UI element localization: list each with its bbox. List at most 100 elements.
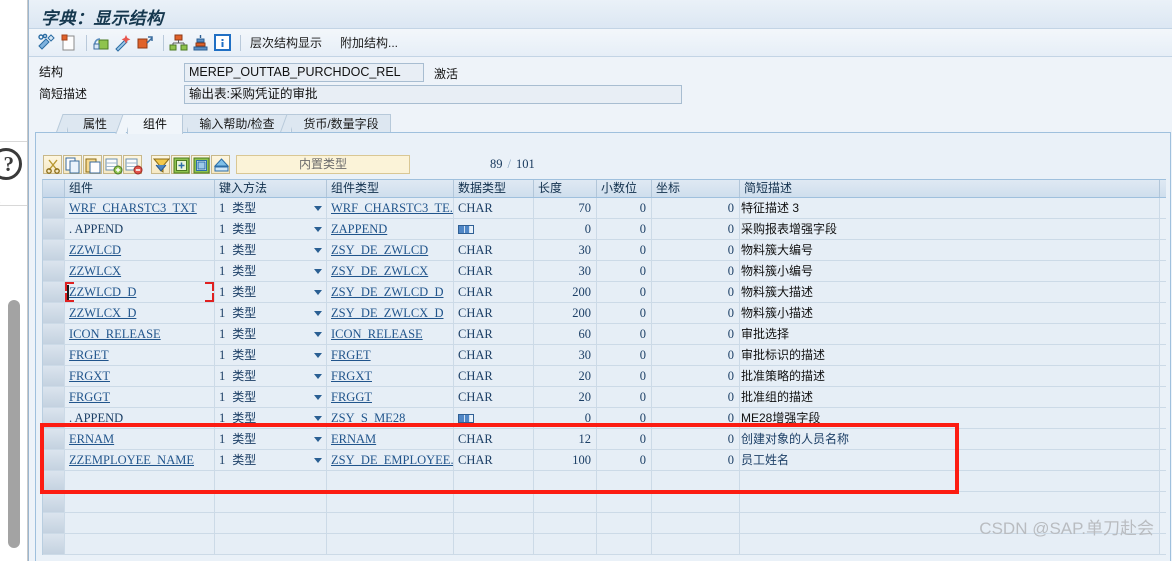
cell-typing-method[interactable]: 1 类型 [215, 303, 327, 323]
tab-currency-quantity-fields[interactable]: 货币/数量字段 [291, 114, 391, 134]
table-row[interactable]: ERNAM 1 类型 ERNAM CHAR 12 0 0 创建对象的人员名称 [43, 429, 1166, 450]
component-type-link[interactable]: ZSY_DE_ZWLCX [331, 264, 428, 278]
hierarchy-display-link[interactable]: 层次结构显示 [250, 34, 322, 51]
cell-component-type[interactable]: FRGET [327, 345, 454, 365]
component-link[interactable]: ICON_RELEASE [69, 327, 161, 341]
table-row[interactable]: ZZWLCX 1 类型 ZSY_DE_ZWLCX CHAR 30 0 0 物料簇小编号 [43, 261, 1166, 282]
component-link[interactable]: . APPEND [69, 222, 123, 236]
row-selector[interactable] [43, 219, 65, 239]
cell-component-type[interactable]: ZSY_DE_ZWLCX_D [327, 303, 454, 323]
table-row[interactable]: WRF_CHARSTC3_TXT 1 类型 WRF_CHARSTC3_TE.. CHAR… [43, 198, 1166, 219]
stack-icon[interactable] [191, 33, 210, 52]
row-selector[interactable] [43, 471, 65, 491]
cell-component[interactable]: ZZWLCD_D [65, 282, 215, 302]
chevron-down-icon[interactable] [314, 374, 322, 379]
cell-component-type[interactable]: FRGXT [327, 366, 454, 386]
row-selector[interactable] [43, 513, 65, 533]
component-link[interactable]: WRF_CHARSTC3_TXT [69, 201, 197, 215]
check-pencil-icon[interactable] [37, 33, 56, 52]
structure-name-field[interactable]: MEREP_OUTTAB_PURCHDOC_REL [184, 63, 424, 82]
cell-typing-method[interactable] [215, 534, 327, 554]
cell-typing-method[interactable]: 1 类型 [215, 324, 327, 344]
clipboard-icon[interactable] [59, 33, 78, 52]
cell-component[interactable]: ERNAM [65, 429, 215, 449]
component-type-link[interactable]: ZSY_S_ME28 [331, 411, 405, 425]
cell-typing-method[interactable] [215, 471, 327, 491]
row-selector[interactable] [43, 261, 65, 281]
table-row[interactable] [43, 471, 1166, 492]
chevron-down-icon[interactable] [314, 290, 322, 295]
cell-component[interactable]: ICON_RELEASE [65, 324, 215, 344]
cell-component[interactable]: ZZWLCX [65, 261, 215, 281]
tab-input-help-check[interactable]: 输入帮助/检查 [187, 114, 287, 134]
cell-component-type[interactable]: ERNAM [327, 429, 454, 449]
cell-typing-method[interactable]: 1 类型 [215, 366, 327, 386]
cell-component[interactable]: . APPEND [65, 408, 215, 428]
component-link[interactable]: ERNAM [69, 432, 114, 446]
insert-row-icon[interactable] [103, 155, 123, 175]
cell-typing-method[interactable]: 1 类型 [215, 408, 327, 428]
row-selector[interactable] [43, 366, 65, 386]
cell-component-type[interactable]: ZSY_DE_ZWLCX [327, 261, 454, 281]
component-link[interactable]: . APPEND [69, 411, 123, 425]
row-selector[interactable] [43, 408, 65, 428]
activate-icon[interactable] [92, 33, 111, 52]
cell-component[interactable] [65, 471, 215, 491]
cell-component-type[interactable] [327, 513, 454, 533]
table-row[interactable]: . APPEND 1 类型 ZSY_S_ME28 0 0 0 ME28增强字段 [43, 408, 1166, 429]
chevron-down-icon[interactable] [314, 206, 322, 211]
cell-component[interactable]: ZZWLCD [65, 240, 215, 260]
component-type-link[interactable]: ERNAM [331, 432, 376, 446]
cell-component[interactable]: ZZWLCX_D [65, 303, 215, 323]
cell-typing-method[interactable]: 1 类型 [215, 198, 327, 218]
cell-typing-method[interactable]: 1 类型 [215, 387, 327, 407]
row-selector[interactable] [43, 240, 65, 260]
component-type-link[interactable]: ZSY_DE_EMPLOYEE.. [331, 453, 453, 467]
cell-component[interactable] [65, 492, 215, 512]
component-link[interactable]: FRGGT [69, 390, 110, 404]
cell-typing-method[interactable]: 1 类型 [215, 345, 327, 365]
info-icon[interactable] [213, 33, 232, 52]
row-selector[interactable] [43, 387, 65, 407]
table-row[interactable]: . APPEND 1 类型 ZAPPEND 0 0 0 采购报表增强字段 [43, 219, 1166, 240]
grid-header-typing[interactable]: 键入方法 [215, 180, 327, 197]
cell-component-type[interactable]: ICON_RELEASE [327, 324, 454, 344]
cell-component-type[interactable]: ZAPPEND [327, 219, 454, 239]
row-selector[interactable] [43, 450, 65, 470]
grid-header-short-desc[interactable]: 简短描述 [740, 180, 1160, 197]
cell-typing-method[interactable]: 1 类型 [215, 282, 327, 302]
cell-component[interactable] [65, 513, 215, 533]
component-type-link[interactable]: FRGET [331, 348, 371, 362]
component-type-link[interactable]: ICON_RELEASE [331, 327, 423, 341]
cell-component-type[interactable]: FRGGT [327, 387, 454, 407]
cell-component-type[interactable]: ZSY_DE_ZWLCD [327, 240, 454, 260]
hierarchy-icon[interactable] [169, 33, 188, 52]
row-selector[interactable] [43, 429, 65, 449]
background-scrollbar-thumb[interactable] [8, 300, 20, 548]
table-row[interactable]: ZZWLCX_D 1 类型 ZSY_DE_ZWLCX_D CHAR 200 0 0 物料簇小描述 [43, 303, 1166, 324]
grid-header-length[interactable]: 长度 [534, 180, 597, 197]
cell-component[interactable]: FRGGT [65, 387, 215, 407]
table-row[interactable]: ZZWLCD_D 1 类型 ZSY_DE_ZWLCD_D CHAR 200 0 0 物料簇大描述 [43, 282, 1166, 303]
component-type-link[interactable]: ZSY_DE_ZWLCD [331, 243, 428, 257]
cell-component-type[interactable] [327, 492, 454, 512]
component-link[interactable]: ZZWLCX_D [69, 306, 136, 320]
cell-component-type[interactable] [327, 534, 454, 554]
grid-header-coord[interactable]: 坐标 [652, 180, 740, 197]
delete-row-icon[interactable] [123, 155, 143, 175]
paste-icon[interactable] [83, 155, 102, 174]
magic-wand-icon[interactable] [114, 33, 133, 52]
grid-header-data-type[interactable]: 数据类型 [454, 180, 534, 197]
table-row[interactable]: ICON_RELEASE 1 类型 ICON_RELEASE CHAR 60 0 0 审批选择 [43, 324, 1166, 345]
cell-component[interactable]: . APPEND [65, 219, 215, 239]
component-link[interactable]: ZZWLCX [69, 264, 121, 278]
cell-typing-method[interactable]: 1 类型 [215, 429, 327, 449]
table-row[interactable]: ZZWLCD 1 类型 ZSY_DE_ZWLCD CHAR 30 0 0 物料簇大编号 [43, 240, 1166, 261]
grid-header-component[interactable]: 组件 [65, 180, 215, 197]
row-selector[interactable] [43, 198, 65, 218]
row-selector[interactable] [43, 324, 65, 344]
where-used-icon[interactable] [136, 33, 155, 52]
grid-header-decimals[interactable]: 小数位 [597, 180, 652, 197]
table-row[interactable] [43, 492, 1166, 513]
tab-attributes[interactable]: 属性 [67, 114, 123, 134]
